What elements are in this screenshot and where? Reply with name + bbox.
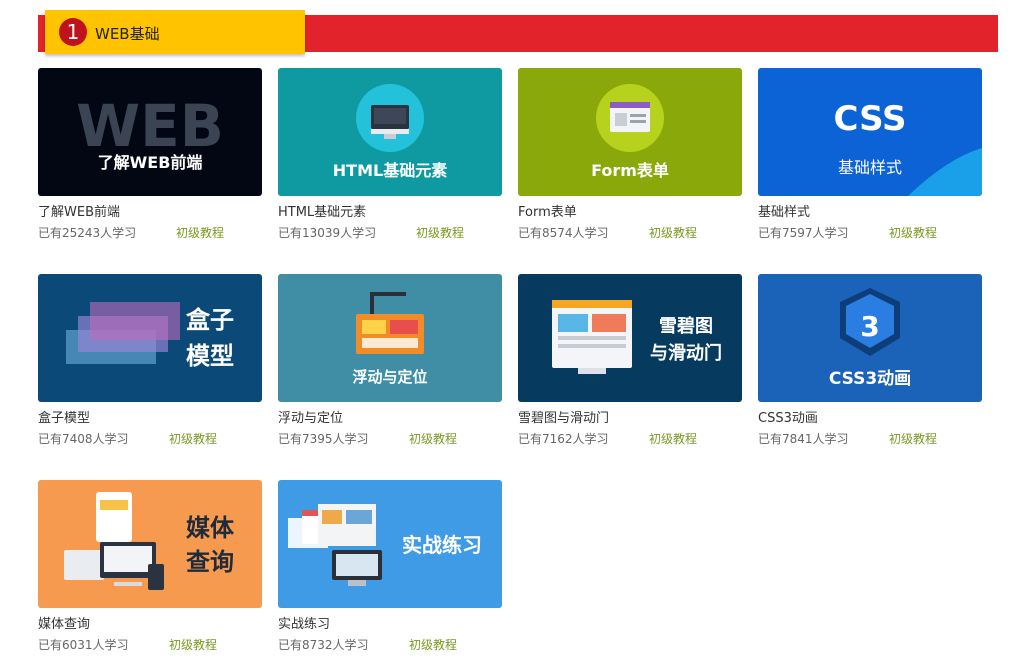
learner-count: 已有7841人学习 <box>758 432 849 446</box>
course-thumbnail[interactable]: 雪碧图 与滑动门 <box>518 274 742 402</box>
thumbnail-caption: CSS3动画 <box>829 369 911 389</box>
course-thumbnail[interactable]: 媒体 查询 <box>38 480 262 608</box>
course-level: 初级教程 <box>169 638 218 652</box>
learner-count: 已有6031人学习 <box>38 638 129 652</box>
course-level: 初级教程 <box>889 226 938 240</box>
web-wordcloud-icon: WEB <box>76 92 224 160</box>
course-title[interactable]: 媒体查询 <box>38 616 262 634</box>
course-card[interactable]: 媒体 查询 媒体查询 已有6031人学习 初级教程 <box>38 480 262 653</box>
course-title[interactable]: 雪碧图与滑动门 <box>518 410 742 428</box>
course-card[interactable]: 3 CSS3动画 CSS3动画 已有7841人学习 初级教程 <box>758 274 982 447</box>
course-card[interactable]: CSS 基础样式 基础样式 已有7597人学习 初级教程 <box>758 68 982 241</box>
thumbnail-caption: 了解WEB前端 <box>98 153 203 172</box>
course-level: 初级教程 <box>889 432 938 446</box>
learner-count: 已有13039人学习 <box>278 226 377 240</box>
course-title[interactable]: 基础样式 <box>758 204 982 222</box>
course-title[interactable]: Form表单 <box>518 204 742 222</box>
thumbnail-caption: 实战练习 <box>402 533 482 557</box>
course-title[interactable]: CSS3动画 <box>758 410 982 428</box>
section-number-badge: 1 <box>59 18 87 46</box>
course-thumbnail[interactable]: HTML基础元素 <box>278 68 502 196</box>
course-thumbnail[interactable]: CSS 基础样式 <box>758 68 982 196</box>
thumbnail-caption-line1: 盒子 <box>185 306 234 334</box>
learner-count: 已有8574人学习 <box>518 226 609 240</box>
course-card[interactable]: HTML基础元素 HTML基础元素 已有13039人学习 初级教程 <box>278 68 502 241</box>
thumbnail-caption-line1: 雪碧图 <box>659 315 713 337</box>
section-title: WEB基础 <box>95 25 160 43</box>
course-thumbnail[interactable]: 3 CSS3动画 <box>758 274 982 402</box>
css-logo-icon: CSS <box>833 99 906 139</box>
form-window-icon <box>596 84 664 152</box>
thumbnail-caption-line1: 媒体 <box>186 514 235 542</box>
course-title[interactable]: 盒子模型 <box>38 410 262 428</box>
monitor-icon <box>356 84 424 152</box>
thumbnail-caption: 浮动与定位 <box>352 368 427 386</box>
course-card[interactable]: WEB 了解WEB前端 了解WEB前端 已有25243人学习 初级教程 <box>38 68 262 241</box>
course-card[interactable]: Form表单 Form表单 已有8574人学习 初级教程 <box>518 68 742 241</box>
course-card[interactable]: 雪碧图 与滑动门 雪碧图与滑动门 已有7162人学习 初级教程 <box>518 274 742 447</box>
learner-count: 已有7408人学习 <box>38 432 129 446</box>
course-level: 初级教程 <box>409 432 458 446</box>
thumbnail-caption: 基础样式 <box>838 158 902 177</box>
course-level: 初级教程 <box>649 432 698 446</box>
learner-count: 已有7162人学习 <box>518 432 609 446</box>
course-level: 初级教程 <box>176 226 225 240</box>
course-title[interactable]: 了解WEB前端 <box>38 204 262 222</box>
learner-count: 已有25243人学习 <box>38 226 137 240</box>
course-thumbnail[interactable]: WEB 了解WEB前端 <box>38 68 262 196</box>
course-card[interactable]: 盒子 模型 盒子模型 已有7408人学习 初级教程 <box>38 274 262 447</box>
course-title[interactable]: 浮动与定位 <box>278 410 502 428</box>
learner-count: 已有8732人学习 <box>278 638 369 652</box>
course-title[interactable]: 实战练习 <box>278 616 502 634</box>
svg-text:3: 3 <box>860 310 879 343</box>
course-card[interactable]: 浮动与定位 浮动与定位 已有7395人学习 初级教程 <box>278 274 502 447</box>
course-level: 初级教程 <box>409 638 458 652</box>
course-card[interactable]: 实战练习 实战练习 已有8732人学习 初级教程 <box>278 480 502 653</box>
learner-count: 已有7597人学习 <box>758 226 849 240</box>
course-level: 初级教程 <box>416 226 465 240</box>
course-title[interactable]: HTML基础元素 <box>278 204 502 222</box>
thumbnail-caption-line2: 查询 <box>186 548 234 576</box>
thumbnail-caption-line2: 与滑动门 <box>650 342 722 364</box>
course-level: 初级教程 <box>169 432 218 446</box>
course-thumbnail[interactable]: 浮动与定位 <box>278 274 502 402</box>
course-thumbnail[interactable]: 盒子 模型 <box>38 274 262 402</box>
learner-count: 已有7395人学习 <box>278 432 369 446</box>
section-tab: 1 WEB基础 <box>45 10 305 54</box>
course-level: 初级教程 <box>649 226 698 240</box>
course-thumbnail[interactable]: 实战练习 <box>278 480 502 608</box>
thumbnail-caption: HTML基础元素 <box>333 161 447 180</box>
thumbnail-caption-line2: 模型 <box>186 342 234 370</box>
course-thumbnail[interactable]: Form表单 <box>518 68 742 196</box>
thumbnail-caption: Form表单 <box>591 161 669 180</box>
sprite-design-icon <box>552 300 632 374</box>
